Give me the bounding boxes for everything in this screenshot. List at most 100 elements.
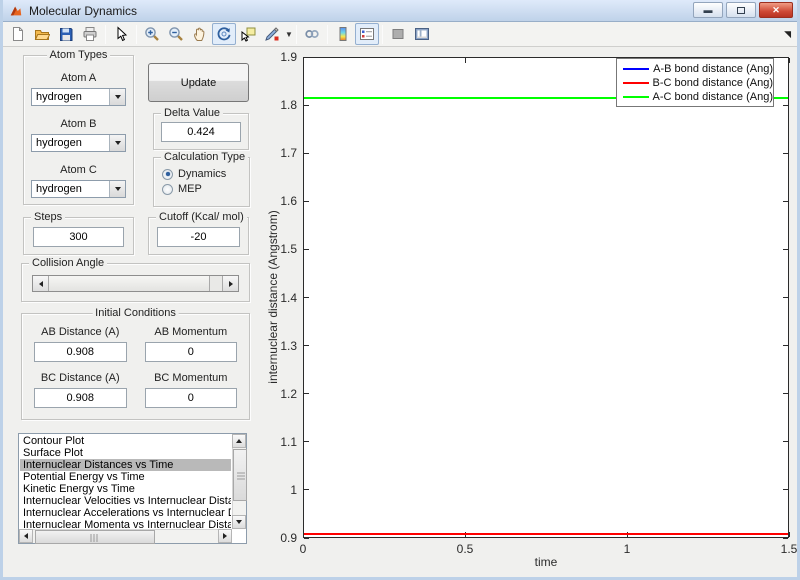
arrow-right-icon [223,533,227,539]
brush-button[interactable] [260,23,284,45]
dropdown-button[interactable] [109,181,125,197]
list-item[interactable]: Potential Energy vs Time [20,471,231,483]
x-tick [788,532,790,537]
y-tick-right [783,537,788,539]
ab-momentum-label: AB Momentum [154,326,228,338]
series-line-b-c [304,533,788,536]
bc-distance-label: BC Distance (A) [40,372,120,384]
show-plot-tools-icon [414,28,429,40]
y-tick-right [783,152,788,154]
toolbar-overflow-icon[interactable]: ◥ [784,29,791,40]
atom-a-select[interactable]: hydrogen [31,88,126,106]
data-cursor-icon [241,27,256,42]
chevron-down-icon [114,95,121,99]
cutoff-field[interactable] [157,227,240,247]
minimize-button[interactable]: ▬ [693,2,723,18]
insert-colorbar-button[interactable] [331,23,355,45]
insert-legend-button[interactable] [354,23,379,45]
scrollbar-thumb[interactable] [233,449,247,501]
scroll-up-button[interactable] [232,434,246,448]
scrollbar-thumb[interactable] [35,530,155,544]
radio-mep[interactable]: MEP [162,183,249,195]
rotate-3d-button[interactable] [212,23,236,45]
y-tick [304,537,309,539]
panel-title: Atom Types [46,49,111,61]
panel-title: Calculation Type [161,151,249,163]
save-button[interactable] [54,23,78,45]
show-plot-tools-button[interactable] [410,23,434,45]
hide-plot-tools-button[interactable] [386,23,410,45]
data-cursor-button[interactable] [236,23,260,45]
x-tick-label: 0 [299,542,307,556]
atom-b-select[interactable]: hydrogen [31,134,126,152]
bc-momentum-field[interactable] [144,388,237,408]
pan-hand-button[interactable] [188,23,212,45]
list-item[interactable]: Internuclear Velocities vs Internuclear … [20,495,231,507]
dropdown-button[interactable] [109,135,125,151]
atom-c-select[interactable]: hydrogen [31,180,126,198]
link-plot-button[interactable] [300,23,324,45]
title-bar[interactable]: Molecular Dynamics ▬ ✕ [3,0,797,22]
y-tick [304,152,309,154]
list-item[interactable]: Internuclear Distances vs Time [20,459,231,471]
panel-title: Steps [31,211,66,223]
bc-distance-field[interactable] [34,388,127,408]
atom-b-label: Atom B [60,118,97,130]
list-item[interactable]: Surface Plot [20,447,231,459]
brush-dropdown-icon[interactable]: ▼ [285,30,293,39]
close-button[interactable]: ✕ [759,2,793,18]
slider-thumb[interactable] [49,276,210,291]
y-tick [304,489,309,491]
legend-row: A-B bond distance (Ang) [623,62,773,76]
update-button[interactable]: Update [148,63,249,102]
list-item[interactable]: Kinetic Energy vs Time [20,483,231,495]
listbox-horizontal-scrollbar[interactable] [19,529,232,544]
steps-field[interactable] [33,227,124,247]
y-tick [304,104,309,106]
print-button[interactable] [78,23,102,45]
list-item[interactable]: Internuclear Momenta vs Internuclear Dis… [20,519,231,528]
scroll-left-button[interactable] [19,529,33,543]
slider-right-arrow[interactable] [222,276,238,291]
delta-value-field[interactable] [161,122,241,142]
y-tick [304,200,309,202]
y-tick-right [783,345,788,347]
dropdown-button[interactable] [109,89,125,105]
figure-content: Atom Types Atom A hydrogen Atom B hydrog… [3,47,797,576]
y-tick-right [783,489,788,491]
radio-icon [162,183,173,195]
plot-legend[interactable]: A-B bond distance (Ang) B-C bond distance… [616,58,774,107]
initial-conditions-panel: Initial Conditions AB Distance (A) AB Mo… [21,307,250,420]
scrollbar-grip [237,470,245,480]
legend-label: A-B bond distance (Ang) [653,63,773,75]
list-item[interactable]: Internuclear Accelerations vs Internucle… [20,507,231,519]
rotate-3d-icon [217,27,231,41]
list-item[interactable]: Contour Plot [20,435,231,447]
listbox-vertical-scrollbar[interactable] [232,434,247,529]
arrow-left-icon [38,280,43,287]
ab-momentum-field[interactable] [144,342,237,362]
y-tick [304,56,309,58]
calculation-type-panel: Calculation Type Dynamics MEP [153,151,250,207]
arrow-cursor-button[interactable] [109,23,133,45]
save-icon [60,28,73,41]
arrow-right-icon [228,280,233,287]
radio-dynamics[interactable]: Dynamics [162,168,249,180]
bc-momentum-label: BC Momentum [154,372,228,384]
slider-left-arrow[interactable] [33,276,49,291]
zoom-in-button[interactable] [140,23,164,45]
scroll-right-button[interactable] [218,529,232,543]
scroll-down-button[interactable] [232,515,246,529]
ab-distance-field[interactable] [34,342,127,362]
new-file-button[interactable] [6,23,30,45]
zoom-out-button[interactable] [164,23,188,45]
panel-title: Collision Angle [29,257,108,269]
toolbar-separator [105,24,106,44]
atom-c-value: hydrogen [36,183,82,195]
plot-axes[interactable] [303,57,789,538]
open-file-button[interactable] [30,23,54,45]
y-tick [304,248,309,250]
plot-type-listbox[interactable]: Contour Plot Surface Plot Internuclear Dis… [18,433,247,544]
collision-angle-slider[interactable] [32,275,239,292]
maximize-button[interactable] [726,2,756,18]
